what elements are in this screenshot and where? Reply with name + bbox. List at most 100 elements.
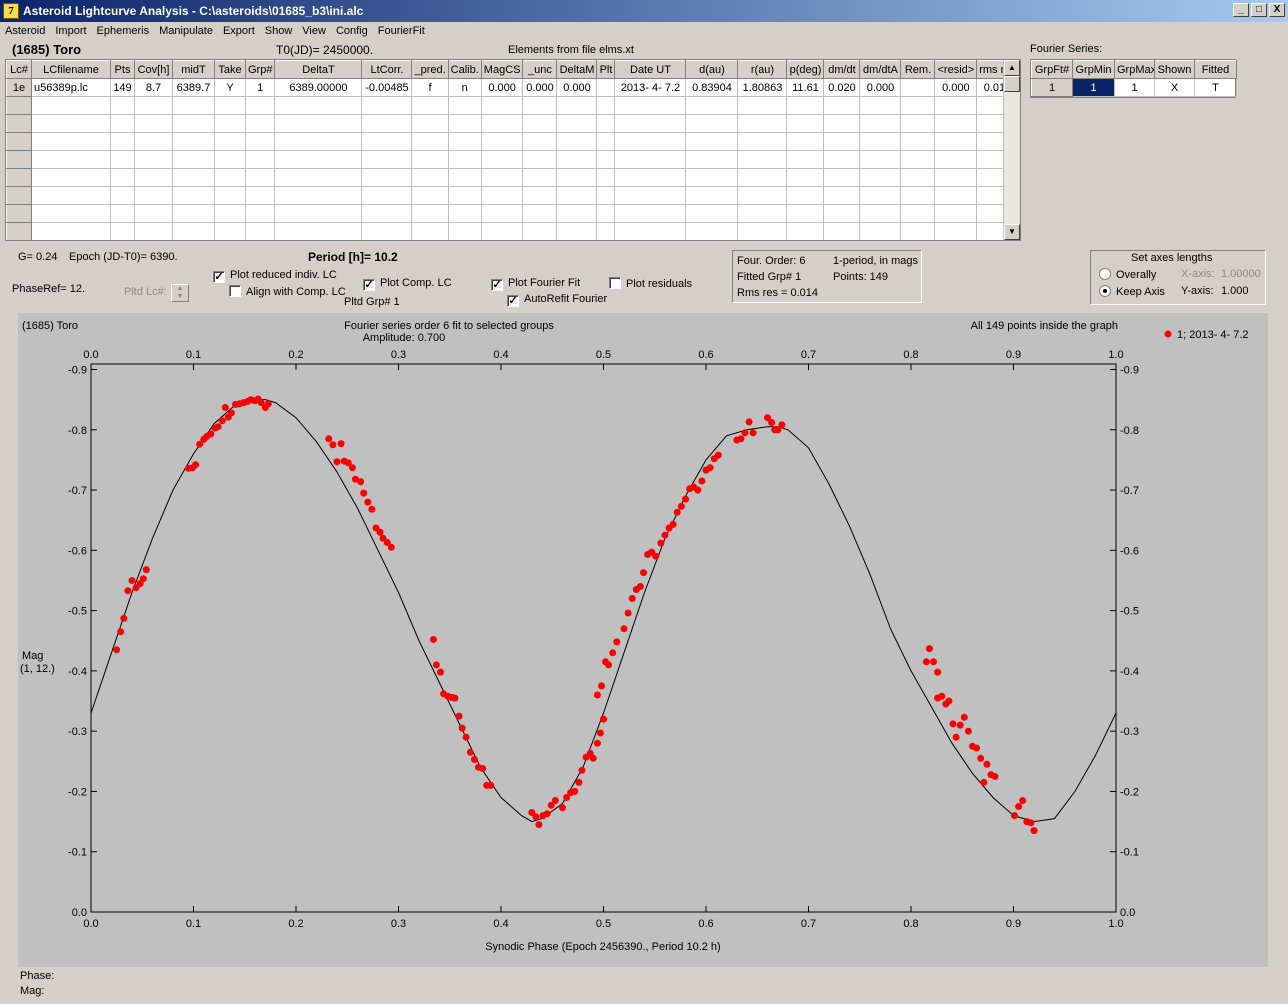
lc-cell[interactable]: 0.000 <box>522 78 558 97</box>
lc-cell[interactable] <box>614 168 687 187</box>
lc-cell[interactable] <box>31 186 111 205</box>
lc-cell[interactable]: 0.000 <box>934 78 978 97</box>
lc-cell[interactable] <box>110 114 135 133</box>
lc-cell[interactable] <box>614 132 687 151</box>
lc-col-header[interactable]: dm/dtA <box>859 60 902 79</box>
lc-cell[interactable] <box>214 222 246 240</box>
lc-col-header[interactable]: <resid> <box>934 60 978 79</box>
lc-cell[interactable]: Y <box>214 78 246 97</box>
lc-cell[interactable] <box>172 132 215 151</box>
lc-cell[interactable] <box>447 186 482 205</box>
menu-ephemeris[interactable]: Ephemeris <box>92 23 155 41</box>
lc-cell[interactable] <box>859 204 902 223</box>
lc-cell[interactable] <box>614 204 687 223</box>
lightcurve-plot-area[interactable]: 0.0 0.0 0.1 0.1 0.2 0.2 0.3 0.3 0.4 0.4 0.5 0.5 0.6 0… <box>18 313 1268 967</box>
lc-cell[interactable] <box>31 132 111 151</box>
lc-cell[interactable]: 0.000 <box>480 78 524 97</box>
menu-config[interactable]: Config <box>331 23 373 41</box>
lc-cell[interactable] <box>447 96 482 115</box>
lc-cell[interactable] <box>31 96 111 115</box>
menu-fourierfit[interactable]: FourierFit <box>373 23 430 41</box>
lc-cell[interactable] <box>823 222 861 240</box>
lc-cell[interactable] <box>244 222 276 240</box>
lc-cell[interactable]: 1 <box>244 78 276 97</box>
plot-reduced-checkbox[interactable]: ✓ Plot reduced indiv. LC <box>213 269 337 283</box>
scroll-thumb[interactable] <box>1004 76 1020 92</box>
plot-comp-checkbox[interactable]: ✓ Plot Comp. LC <box>363 277 452 291</box>
lc-cell[interactable] <box>134 204 173 223</box>
lc-cell[interactable] <box>934 114 978 133</box>
lc-cell[interactable] <box>480 114 524 133</box>
menu-show[interactable]: Show <box>260 23 298 41</box>
lc-cell[interactable] <box>447 150 482 169</box>
lc-col-header[interactable]: DeltaT <box>274 60 363 79</box>
restore-button[interactable]: □ <box>1251 3 1267 17</box>
lightcurve-plot[interactable]: 0.00.00.10.10.20.20.30.30.40.40.50.50.60… <box>18 313 1268 967</box>
menu-view[interactable]: View <box>297 23 331 41</box>
lc-cell[interactable]: n <box>447 78 482 97</box>
lc-cell[interactable]: 0.000 <box>859 78 902 97</box>
keep-axis-radio[interactable]: Keep Axis <box>1099 285 1165 298</box>
lc-col-header[interactable]: dm/dt <box>823 60 861 79</box>
fourier-cell-grpft[interactable]: 1 <box>1031 78 1073 97</box>
lc-cell[interactable] <box>411 96 449 115</box>
lc-cell[interactable] <box>274 222 363 240</box>
lc-cell[interactable] <box>614 150 687 169</box>
lc-cell[interactable] <box>859 96 902 115</box>
lc-cell[interactable] <box>900 204 936 223</box>
lc-cell[interactable] <box>685 114 739 133</box>
lc-cell[interactable] <box>6 96 32 115</box>
lc-col-header[interactable]: Plt <box>596 60 616 79</box>
lc-col-header[interactable]: r(au) <box>737 60 788 79</box>
lc-cell[interactable] <box>411 222 449 240</box>
lc-cell[interactable] <box>685 132 739 151</box>
lc-cell[interactable] <box>244 150 276 169</box>
lc-cell[interactable] <box>596 114 616 133</box>
lc-cell[interactable] <box>244 168 276 187</box>
lc-cell[interactable] <box>737 168 788 187</box>
empty-table-row[interactable] <box>6 150 1019 169</box>
overally-radio[interactable]: Overally <box>1099 268 1156 281</box>
lc-cell[interactable] <box>214 96 246 115</box>
lc-cell[interactable]: 0.000 <box>556 78 598 97</box>
lc-cell[interactable] <box>823 186 861 205</box>
lc-cell[interactable] <box>31 114 111 133</box>
lc-cell[interactable] <box>244 186 276 205</box>
lc-cell[interactable]: 11.61 <box>786 78 825 97</box>
empty-table-row[interactable] <box>6 96 1019 115</box>
empty-table-row[interactable] <box>6 168 1019 187</box>
lc-cell[interactable] <box>859 150 902 169</box>
lc-cell[interactable] <box>274 132 363 151</box>
lc-cell[interactable] <box>934 204 978 223</box>
lc-cell[interactable] <box>596 78 616 97</box>
lc-col-header[interactable]: LtCorr. <box>361 60 413 79</box>
lc-cell[interactable] <box>614 96 687 115</box>
yaxis-value[interactable]: 1.000 <box>1221 285 1249 297</box>
lc-cell[interactable] <box>214 114 246 133</box>
lc-cell[interactable] <box>934 222 978 240</box>
lc-col-header[interactable]: midT <box>172 60 215 79</box>
lc-cell[interactable] <box>556 150 598 169</box>
lc-cell[interactable] <box>447 204 482 223</box>
lc-cell[interactable] <box>6 222 32 240</box>
lc-cell[interactable] <box>134 96 173 115</box>
lc-cell[interactable] <box>480 132 524 151</box>
lc-cell[interactable] <box>274 204 363 223</box>
lc-cell[interactable] <box>900 78 936 97</box>
lc-cell[interactable] <box>134 150 173 169</box>
lc-cell[interactable] <box>522 186 558 205</box>
lc-cell[interactable] <box>6 150 32 169</box>
scroll-down-button[interactable]: ▼ <box>1004 224 1020 240</box>
table-row[interactable]: 1e u56389p.lc 149 8.7 6389.7 Y 1 6389.00000 -0.0… <box>6 78 1019 97</box>
lc-cell[interactable] <box>823 168 861 187</box>
lc-cell[interactable] <box>244 204 276 223</box>
lc-col-header[interactable]: Rem. <box>900 60 936 79</box>
lc-cell[interactable]: 1e <box>6 78 32 97</box>
lc-col-header[interactable]: d(au) <box>685 60 739 79</box>
lc-cell[interactable] <box>900 114 936 133</box>
lc-cell[interactable] <box>685 204 739 223</box>
lc-cell[interactable] <box>480 96 524 115</box>
close-button[interactable]: X <box>1269 3 1285 17</box>
menu-import[interactable]: Import <box>50 23 91 41</box>
lc-cell[interactable] <box>411 150 449 169</box>
